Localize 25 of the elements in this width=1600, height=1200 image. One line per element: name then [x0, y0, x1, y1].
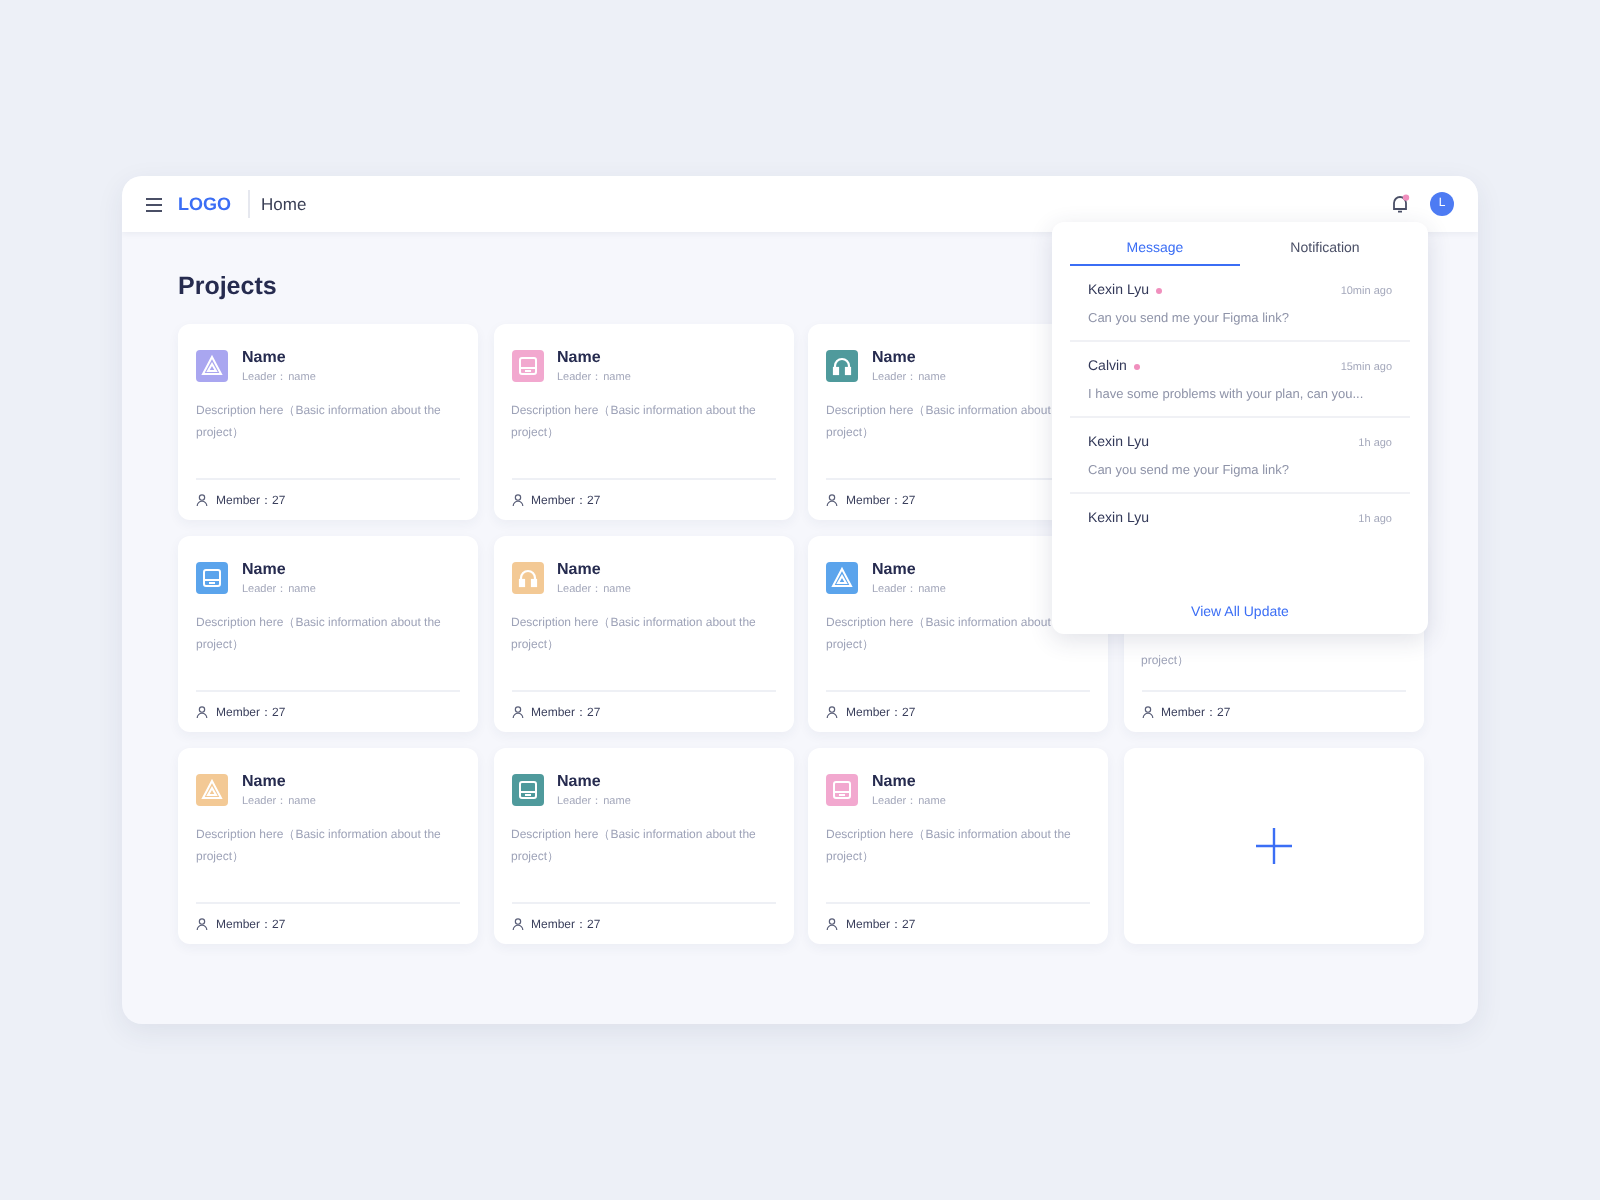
plus-icon	[1255, 828, 1291, 864]
user-icon	[826, 918, 838, 930]
user-icon	[196, 494, 208, 506]
project-name: Name	[872, 772, 918, 790]
menu-icon[interactable]	[146, 197, 162, 211]
page-title: Projects	[178, 272, 277, 300]
project-name: Name	[557, 348, 603, 366]
project-name: Name	[242, 560, 288, 578]
user-icon	[511, 918, 523, 930]
user-icon	[196, 918, 208, 930]
user-icon	[826, 494, 838, 506]
project-name: Name	[242, 772, 288, 790]
project-name: Name	[557, 560, 603, 578]
user-icon	[511, 706, 523, 718]
project-name: Name	[872, 348, 918, 366]
bell-icon[interactable]	[1390, 194, 1410, 214]
user-icon	[1141, 706, 1153, 718]
logo[interactable]: LOGO	[178, 190, 249, 218]
user-icon	[196, 706, 208, 718]
user-icon	[826, 706, 838, 718]
project-name: Name	[557, 772, 603, 790]
user-icon	[511, 494, 523, 506]
project-name: Name	[872, 560, 918, 578]
breadcrumb[interactable]: Home	[261, 194, 307, 214]
project-name: Name	[242, 348, 288, 366]
